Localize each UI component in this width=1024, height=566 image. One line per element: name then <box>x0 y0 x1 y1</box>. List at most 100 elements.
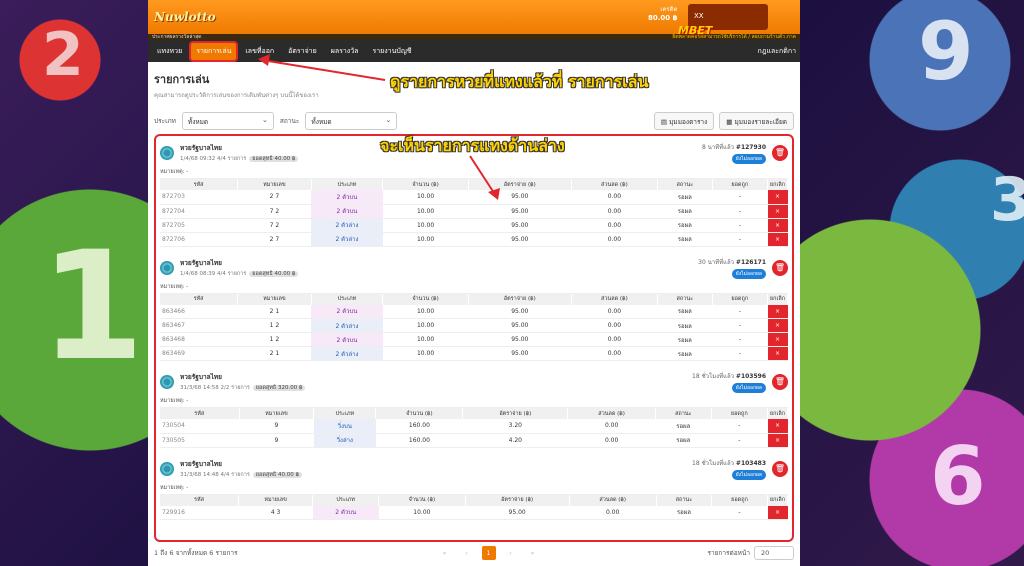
bet-number: 1 2 <box>237 318 312 333</box>
status-badge: ยังไม่ออกผล <box>731 469 766 480</box>
cancel-bet-button[interactable]: × <box>767 232 788 247</box>
nav-payout-rates[interactable]: อัตราจ่าย <box>283 43 322 60</box>
column-header[interactable]: รหัส <box>160 408 240 419</box>
win-amount: - <box>712 304 768 319</box>
total-badge: ยอดสุทธิ 40.00 ฿ <box>252 471 302 478</box>
column-header[interactable]: รหัส <box>160 293 239 305</box>
column-header: สถานะ <box>655 408 712 419</box>
column-header: ยอดถูก <box>711 408 769 419</box>
site-logo[interactable]: Nuwlotto <box>154 10 216 24</box>
ball-number-2: 2 <box>42 20 84 90</box>
column-header: อัตราจ่าย (฿) <box>468 293 572 305</box>
discount: 0.00 <box>571 318 658 333</box>
column-header: ประเภท <box>311 293 384 305</box>
delete-card-button[interactable]: 🗑 <box>772 259 788 276</box>
status-filter-label: สถานะ <box>279 117 300 125</box>
cancel-bet-button[interactable]: × <box>767 190 788 205</box>
lottery-name: หวยรัฐบาลไทย <box>180 258 222 267</box>
last-page-button[interactable]: » <box>526 546 540 560</box>
column-header: ยกเลิก <box>767 179 788 190</box>
table-row: 863467 1 2 2 ตัวล่าง 10.00 95.00 0.00 รอ… <box>160 318 788 333</box>
nav-prize-results[interactable]: ผลรางวัล <box>326 43 364 60</box>
bet-amount: 10.00 <box>382 304 469 319</box>
page-button-1[interactable]: 1 <box>481 546 496 560</box>
nav-results-numbers[interactable]: เลขที่ออก <box>240 43 279 60</box>
cancel-bet-button[interactable]: × <box>767 304 788 319</box>
bet-status: รอผล <box>656 505 712 520</box>
table-view-label: มุมมองตาราง <box>669 118 708 126</box>
status-badge: ยังไม่ออกผล <box>731 383 766 393</box>
column-header: จำนวน (฿) <box>382 293 469 305</box>
first-page-button[interactable]: « <box>438 546 452 560</box>
bet-number: 9 <box>239 419 314 434</box>
per-page-select[interactable]: 20 <box>754 546 794 560</box>
bet-status: รอผล <box>657 204 713 219</box>
cancel-bet-button[interactable]: × <box>767 332 788 347</box>
lottery-icon <box>160 461 174 476</box>
trash-icon: 🗑 <box>774 262 786 272</box>
type-filter-select[interactable]: ทั้งหมด ⌄ <box>181 112 274 130</box>
brand-logo: MBET <box>678 24 713 37</box>
bet-code: 730505 <box>160 433 240 448</box>
bet-status: รอผล <box>655 433 712 448</box>
bet-status: รอผล <box>657 332 713 347</box>
bet-status: รอผล <box>655 419 712 434</box>
delete-card-button[interactable]: 🗑 <box>772 145 788 161</box>
total-badge: ยอดสุทธิ 40.00 ฿ <box>249 156 299 162</box>
ball-number-3: 3 <box>990 165 1024 235</box>
nav-account-report[interactable]: รายงานบัญชี <box>367 43 416 60</box>
payout-rate: 95.00 <box>468 204 572 219</box>
cancel-bet-button[interactable]: × <box>767 346 788 361</box>
cancel-bet-button[interactable]: × <box>767 204 788 219</box>
bet-amount: 10.00 <box>382 232 469 247</box>
payout-rate: 95.00 <box>468 218 572 233</box>
bet-type: 2 ตัวล่าง <box>311 218 383 233</box>
win-amount: - <box>712 318 768 333</box>
bet-type: 2 ตัวบน <box>311 204 383 219</box>
lottery-icon <box>160 375 174 389</box>
table-view-button[interactable]: ▤ มุมมองตาราง <box>653 112 715 130</box>
per-page: รายการต่อหน้า 20 <box>707 546 794 560</box>
cancel-bet-button[interactable]: × <box>767 433 788 448</box>
cancel-bet-button[interactable]: × <box>767 318 788 333</box>
detail-view-button[interactable]: ▦ มุมมองรายละเอียด <box>719 112 794 130</box>
column-header[interactable]: รหัส <box>160 179 239 190</box>
win-amount: - <box>712 232 768 247</box>
column-header[interactable]: รหัส <box>160 494 239 506</box>
nav-play-list[interactable]: รายการเล่น <box>189 40 239 62</box>
status-filter-select[interactable]: ทั้งหมด ⌄ <box>305 112 398 130</box>
prev-page-button[interactable]: ‹ <box>460 546 474 560</box>
column-header: อัตราจ่าย (฿) <box>465 494 570 506</box>
cancel-bet-button[interactable]: × <box>767 218 788 233</box>
bet-list: หวยรัฐบาลไทย 1/4/68 09:32 4/4 รายการ ยอดส… <box>154 134 794 542</box>
column-header: อัตราจ่าย (฿) <box>462 408 569 419</box>
announcement-left: ประกาศผลรางวัลล่าสุด <box>152 34 202 40</box>
column-header: ส่วนลด (฿) <box>571 179 659 190</box>
credit-display: เครดิต 80.00 ฿ <box>648 4 677 22</box>
discount: 0.00 <box>571 204 658 219</box>
bet-status: รอผล <box>657 346 713 361</box>
meta-text: 1/4/68 08:39 4/4 รายการ <box>180 270 247 277</box>
delete-card-button[interactable]: 🗑 <box>772 460 788 477</box>
ticket-info: 18 ชั่วโมงที่แล้ว #103596 ยังไม่ออกผล <box>692 371 766 393</box>
payout-rate: 3.20 <box>462 419 568 434</box>
column-header: จำนวน (฿) <box>378 494 466 506</box>
nav-rules[interactable]: กฎและกติกา <box>758 46 796 57</box>
discount: 0.00 <box>571 304 658 319</box>
delete-card-button[interactable]: 🗑 <box>772 374 788 390</box>
pagination-footer: 1 ถึง 6 จากทั้งหมด 6 รายการ « ‹ 1 › » รา… <box>154 544 794 562</box>
cancel-bet-button[interactable]: × <box>767 419 788 434</box>
bet-number: 1 2 <box>237 332 312 347</box>
cancel-bet-button[interactable]: × <box>767 505 788 520</box>
trash-icon: 🗑 <box>774 148 786 157</box>
ticket-info: 30 นาทีที่แล้ว #126171 ยังไม่ออกผล <box>698 257 766 279</box>
nav-bet[interactable]: แทงหวย <box>152 43 187 60</box>
discount: 0.00 <box>571 332 658 347</box>
bet-type: 2 ตัวบน <box>311 304 383 319</box>
column-header: หมายเลข <box>239 408 315 419</box>
discount: 0.00 <box>571 190 658 205</box>
bet-code: 872703 <box>160 190 238 205</box>
lottery-name: หวยรัฐบาลไทย <box>180 373 222 381</box>
ticket-number: #126171 <box>735 258 766 266</box>
next-page-button[interactable]: › <box>504 546 518 560</box>
